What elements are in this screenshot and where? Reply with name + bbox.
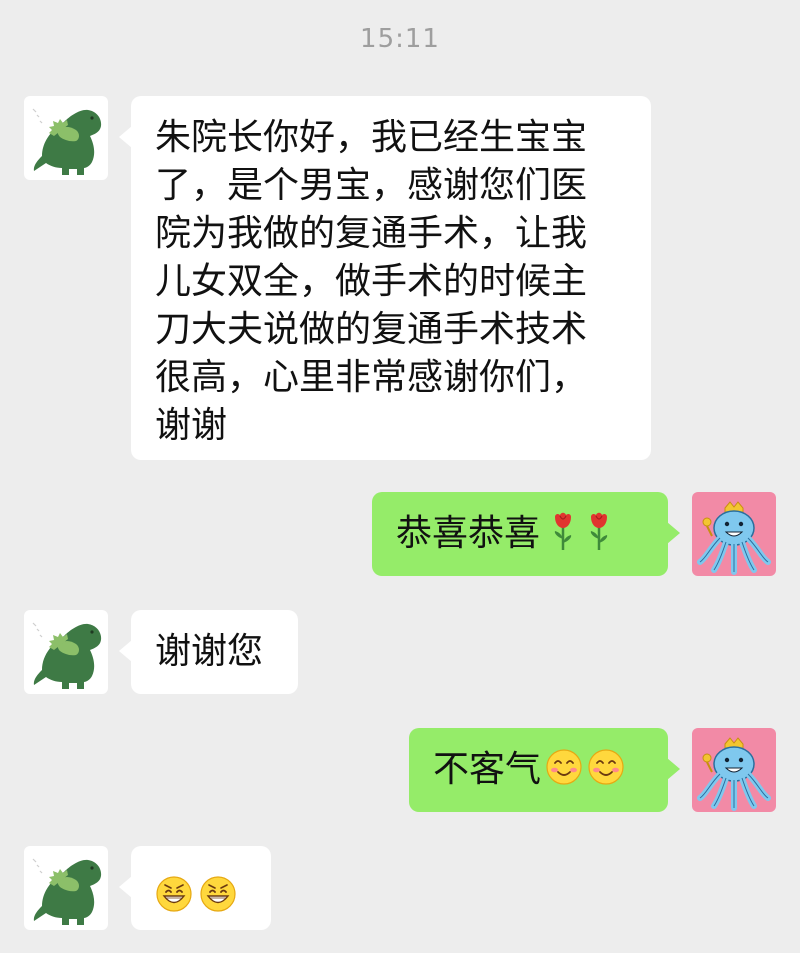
message-line: 院为我做的复通手术，让我 bbox=[155, 213, 588, 254]
timestamp: 15:11 bbox=[360, 24, 440, 54]
blue-octopus-with-crown-avatar-icon bbox=[692, 492, 776, 576]
message-line: 了，是个男宝，感谢您们医 bbox=[155, 165, 588, 206]
message-text: 恭喜恭喜 bbox=[396, 513, 541, 554]
grin-icon bbox=[155, 875, 193, 913]
green-dinosaur-avatar-icon bbox=[24, 610, 108, 694]
self-avatar[interactable] bbox=[692, 492, 776, 576]
message-text: 不客气 bbox=[433, 749, 542, 790]
outgoing-message-bubble[interactable]: 恭喜恭喜 bbox=[372, 492, 680, 576]
blush-smile-icon bbox=[545, 748, 583, 786]
incoming-message-bubble[interactable] bbox=[119, 846, 271, 930]
blush-smile-icon bbox=[587, 748, 625, 786]
green-dinosaur-avatar-icon bbox=[24, 846, 108, 930]
green-dinosaur-avatar-icon bbox=[24, 96, 108, 180]
incoming-message-bubble[interactable]: 朱院长你好，我已经生宝宝 了，是个男宝，感谢您们医 院为我做的复通手术，让我 儿… bbox=[119, 96, 651, 460]
contact-avatar[interactable] bbox=[24, 96, 108, 180]
rose-icon bbox=[586, 511, 612, 551]
message-line: 很高，心里非常感谢你们， bbox=[155, 357, 588, 398]
message-line: 朱院长你好，我已经生宝宝 bbox=[155, 117, 588, 158]
message-line: 儿女双全，做手术的时候主 bbox=[155, 261, 588, 302]
message-line: 谢谢 bbox=[155, 405, 228, 446]
message-line: 刀大夫说做的复通手术技术 bbox=[155, 309, 588, 350]
outgoing-message-bubble[interactable]: 不客气 bbox=[409, 728, 680, 812]
rose-icon bbox=[550, 511, 576, 551]
grin-icon bbox=[199, 875, 237, 913]
contact-avatar[interactable] bbox=[24, 846, 108, 930]
self-avatar[interactable] bbox=[692, 728, 776, 812]
contact-avatar[interactable] bbox=[24, 610, 108, 694]
incoming-message-bubble[interactable]: 谢谢您 bbox=[119, 610, 298, 694]
message-text: 谢谢您 bbox=[155, 631, 264, 672]
blue-octopus-with-crown-avatar-icon bbox=[692, 728, 776, 812]
